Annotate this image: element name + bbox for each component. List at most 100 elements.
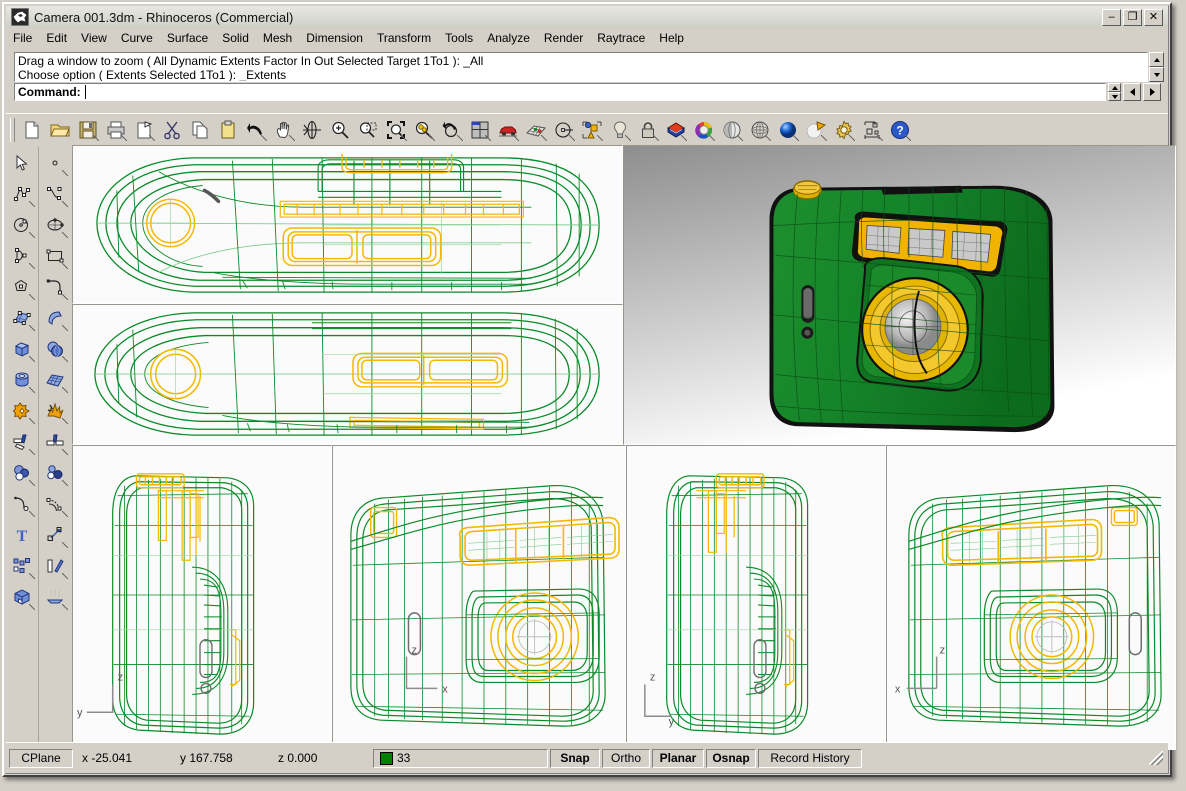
command-line[interactable]: Command:	[14, 83, 1106, 101]
menu-solid[interactable]: Solid	[215, 29, 256, 47]
sphere-tool[interactable]	[40, 333, 70, 364]
menu-surface[interactable]: Surface	[160, 29, 215, 47]
save-file-button[interactable]	[74, 116, 102, 144]
corner-fillet-tool[interactable]	[40, 271, 70, 302]
cylinder-tool[interactable]	[7, 364, 37, 395]
command-next-button[interactable]	[1143, 83, 1161, 101]
help-button[interactable]: ?	[886, 116, 914, 144]
split-tool[interactable]	[40, 426, 70, 457]
viewport-front[interactable]: z x	[332, 445, 626, 750]
spotlight-array-tool[interactable]	[40, 581, 70, 612]
print-button[interactable]	[102, 116, 130, 144]
menu-analyze[interactable]: Analyze	[480, 29, 537, 47]
status-record-history[interactable]: Record History	[758, 748, 862, 768]
new-file-button[interactable]	[18, 116, 46, 144]
status-cplane[interactable]: CPlane	[9, 748, 73, 768]
polyline-tool[interactable]	[7, 178, 37, 209]
command-input[interactable]	[85, 84, 1105, 100]
menu-view[interactable]: View	[74, 29, 114, 47]
mesh-points-tool[interactable]	[40, 457, 70, 488]
viewport-back[interactable]: z x	[886, 445, 1176, 750]
color-wheel-button[interactable]	[690, 116, 718, 144]
mesh-sphere-tool[interactable]	[7, 457, 37, 488]
menu-render[interactable]: Render	[537, 29, 590, 47]
polygon-tool[interactable]	[7, 271, 37, 302]
close-button[interactable]: ✕	[1144, 8, 1163, 26]
fillet-curve-tool[interactable]	[7, 488, 37, 519]
text-tool[interactable]: T	[7, 519, 37, 550]
command-spinner[interactable]	[1108, 83, 1121, 101]
status-layer[interactable]: 33	[373, 748, 548, 768]
menu-edit[interactable]: Edit	[39, 29, 74, 47]
properties-button[interactable]	[130, 116, 158, 144]
menu-dimension[interactable]: Dimension	[299, 29, 370, 47]
cut-button[interactable]	[158, 116, 186, 144]
status-osnap[interactable]: Osnap	[706, 748, 756, 768]
viewport-left[interactable]: z y	[626, 445, 886, 750]
pan-button[interactable]	[270, 116, 298, 144]
command-scroll-up-button[interactable]	[1108, 83, 1121, 92]
menu-mesh[interactable]: Mesh	[256, 29, 299, 47]
wireframe-button[interactable]	[746, 116, 774, 144]
point-tool[interactable]	[40, 147, 70, 178]
scroll-up-button[interactable]	[1149, 52, 1164, 67]
undo-view-button[interactable]	[438, 116, 466, 144]
named-views-button[interactable]	[494, 116, 522, 144]
box-tool[interactable]	[7, 333, 37, 364]
offset-curve-tool[interactable]	[40, 488, 70, 519]
viewport-layout-button[interactable]	[466, 116, 494, 144]
status-snap[interactable]: Snap	[550, 748, 600, 768]
layers-button[interactable]	[662, 116, 690, 144]
menu-help[interactable]: Help	[652, 29, 691, 47]
circle-button[interactable]	[550, 116, 578, 144]
menu-tools[interactable]: Tools	[438, 29, 480, 47]
array-tool[interactable]	[7, 550, 37, 581]
maximize-button[interactable]: ❐	[1123, 8, 1142, 26]
toolbar-grip[interactable]	[10, 118, 15, 142]
resize-grip-icon[interactable]	[1149, 751, 1163, 765]
surface-tools-button[interactable]	[522, 116, 550, 144]
render-preview-button[interactable]	[802, 116, 830, 144]
select-tool[interactable]	[7, 147, 37, 178]
dimension-button[interactable]	[858, 116, 886, 144]
zoom-window-button[interactable]	[354, 116, 382, 144]
open-file-button[interactable]	[46, 116, 74, 144]
viewport-top[interactable]	[72, 145, 623, 304]
surface-from-curves-tool[interactable]	[7, 302, 37, 333]
command-history-scrollbar[interactable]	[1149, 52, 1164, 82]
command-prev-button[interactable]	[1123, 83, 1141, 101]
scroll-down-button[interactable]	[1149, 67, 1164, 82]
scale-tool[interactable]	[40, 519, 70, 550]
explode-tool[interactable]	[40, 395, 70, 426]
status-ortho[interactable]: Ortho	[602, 748, 650, 768]
rotate-view-button[interactable]	[298, 116, 326, 144]
menu-raytrace[interactable]: Raytrace	[590, 29, 652, 47]
command-scroll-down-button[interactable]	[1108, 92, 1121, 101]
trim-tool[interactable]	[7, 426, 37, 457]
undo-button[interactable]	[242, 116, 270, 144]
menu-transform[interactable]: Transform	[370, 29, 438, 47]
ellipse-tool[interactable]	[40, 209, 70, 240]
rectangle-tool[interactable]	[40, 240, 70, 271]
zoom-in-button[interactable]	[326, 116, 354, 144]
interpolated-curve-tool[interactable]	[40, 178, 70, 209]
menu-file[interactable]: File	[6, 29, 39, 47]
lock-button[interactable]	[634, 116, 662, 144]
light-button[interactable]	[606, 116, 634, 144]
copy-button[interactable]	[186, 116, 214, 144]
menu-curve[interactable]: Curve	[114, 29, 160, 47]
render-button[interactable]	[774, 116, 802, 144]
zoom-selected-button[interactable]	[410, 116, 438, 144]
minimize-button[interactable]: –	[1102, 8, 1121, 26]
circle-tool[interactable]	[7, 209, 37, 240]
boolean-union-tool[interactable]	[7, 395, 37, 426]
object-properties-button[interactable]	[578, 116, 606, 144]
viewport-perspective[interactable]	[623, 145, 1176, 445]
viewport-bottom[interactable]	[72, 304, 623, 445]
shade-button[interactable]	[718, 116, 746, 144]
options-button[interactable]	[830, 116, 858, 144]
solid-render-tool[interactable]	[7, 581, 37, 612]
viewport-right[interactable]: z y	[72, 445, 332, 750]
zoom-extents-button[interactable]	[382, 116, 410, 144]
status-planar[interactable]: Planar	[652, 748, 704, 768]
